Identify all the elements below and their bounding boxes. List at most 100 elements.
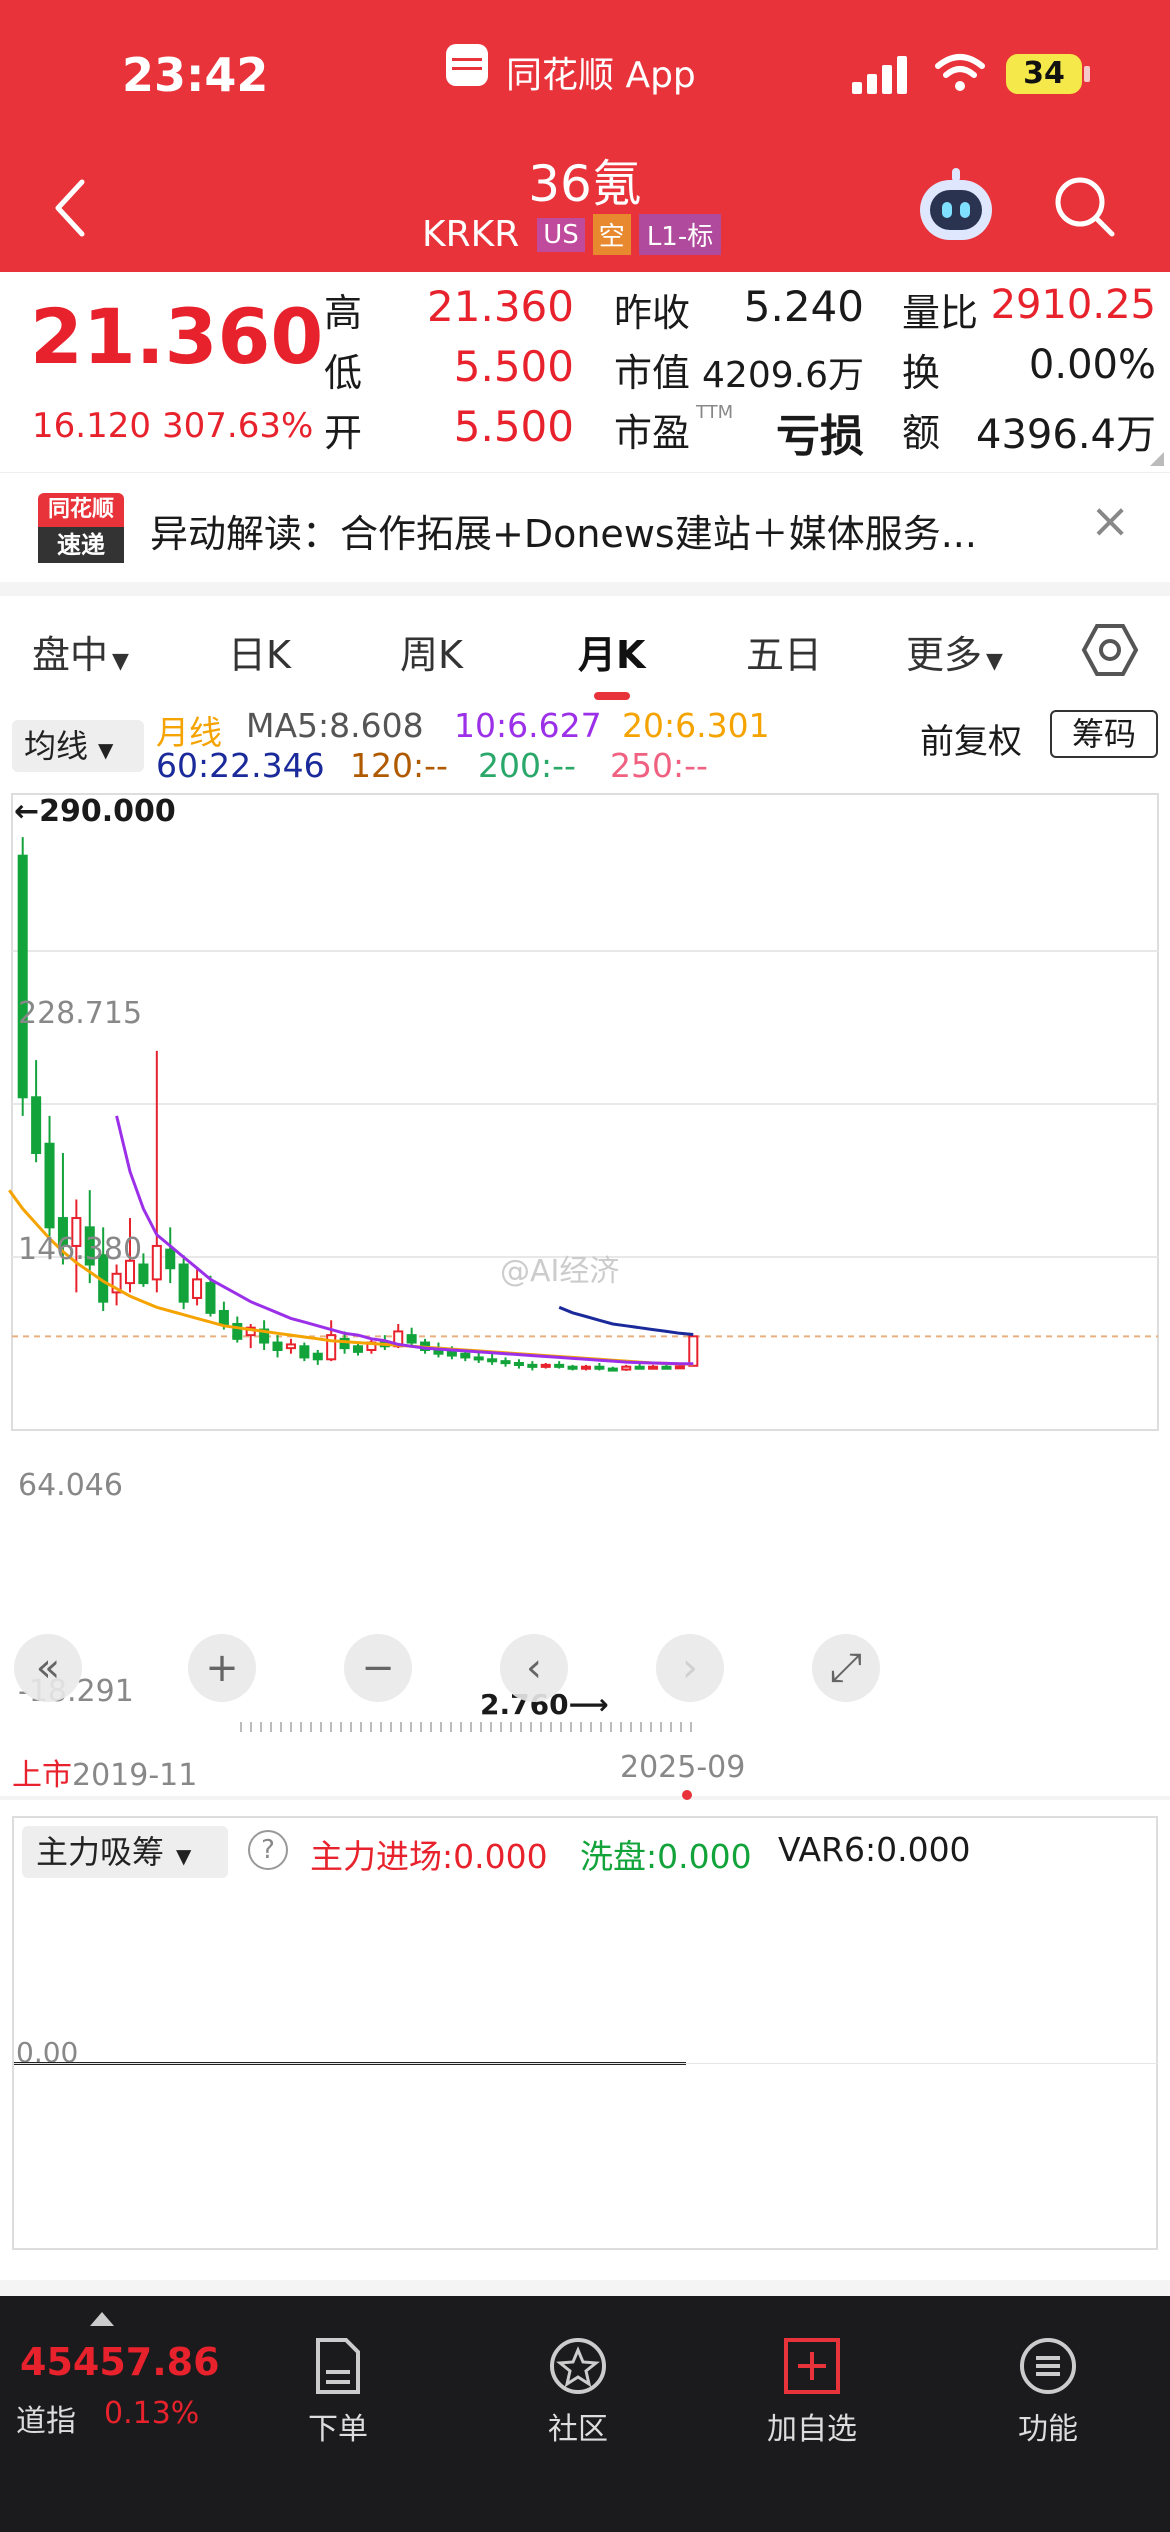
status-time: 23:42 <box>122 48 269 102</box>
zoom-minus-icon[interactable]: − <box>344 1634 412 1702</box>
chevron-down-icon: ▼ <box>176 1844 192 1868</box>
label-prev-close: 昨收 <box>614 291 691 335</box>
search-icon[interactable] <box>1052 174 1118 240</box>
settings-hex-icon[interactable] <box>1080 620 1140 680</box>
value-high: 21.360 <box>427 282 574 331</box>
max-price-value: 290.000 <box>39 794 176 829</box>
value-open: 5.500 <box>453 402 574 451</box>
news-text[interactable]: 异动解读：合作拓展+Donews建站＋媒体服务... <box>150 503 977 558</box>
wifi-icon <box>935 54 985 91</box>
tab-five-day[interactable]: 五日 <box>746 624 822 679</box>
candle-body <box>192 1278 203 1299</box>
candle-body <box>580 1365 592 1370</box>
ma-legend-ma20: 20:6.301 <box>622 706 770 745</box>
tab-order[interactable]: 下单 <box>238 2336 438 2448</box>
y-axis-label-3: 64.046 <box>18 1468 123 1503</box>
price-change-pct: 307.63% <box>162 406 314 446</box>
index-value[interactable]: 45457.86 <box>20 2340 220 2384</box>
help-icon[interactable]: ? <box>248 1830 288 1870</box>
value-turnover: 0.00% <box>1028 342 1156 388</box>
y-axis-label-2: 146.380 <box>18 1232 143 1267</box>
community-star-icon <box>550 2338 606 2394</box>
ma-legend-ma200: 200:-- <box>478 746 576 785</box>
news-logo-top: 同花顺 <box>38 493 124 527</box>
sub-legend-entry: 主力进场:0.000 <box>310 1837 548 1876</box>
ma-selector-label: 均线 <box>24 727 89 765</box>
scroll-left-icon[interactable]: ‹ <box>500 1634 568 1702</box>
candle-body <box>540 1363 551 1368</box>
news-banner[interactable]: 同花顺 速递 异动解读：合作拓展+Donews建站＋媒体服务... × <box>0 472 1170 582</box>
signal-icon <box>852 52 916 94</box>
tab-order-label: 下单 <box>308 2412 368 2447</box>
candle-body <box>446 1350 457 1357</box>
time-scrollbar[interactable] <box>240 1722 700 1732</box>
sub-legend-var6: VAR6:0.000 <box>778 1830 971 1869</box>
tab-community-label: 社区 <box>548 2412 608 2447</box>
active-tab-indicator <box>594 692 630 700</box>
ma-legend-ma120: 120:-- <box>350 746 448 785</box>
candlestick-chart[interactable] <box>0 790 1170 1440</box>
sub-indicator-panel: 主力吸筹 ▼ ? 主力进场:0.000 洗盘:0.000 VAR6:0.000 0… <box>0 1800 1170 2280</box>
adjust-mode[interactable]: 前复权 <box>920 714 1022 763</box>
fullscreen-icon[interactable]: ⤢ <box>812 1634 880 1702</box>
battery-icon: 34 <box>1006 54 1082 94</box>
ma-legend-ma10: 10:6.627 <box>454 706 602 745</box>
value-market-cap: 4209.6万 <box>702 355 864 396</box>
candle-body <box>661 1365 672 1370</box>
bottom-tab-bar: 45457.86 道指 0.13% 下单 社区 加自选 功能 <box>0 2296 1170 2532</box>
candle-body <box>460 1352 471 1359</box>
max-price-label: ←290.000 <box>14 794 176 829</box>
candle-body <box>554 1363 565 1368</box>
sub-indicator-selector[interactable]: 主力吸筹 ▼ <box>22 1826 228 1878</box>
candle-body <box>487 1358 498 1363</box>
tab-label: 盘中 <box>32 633 109 677</box>
candle-body <box>674 1365 685 1370</box>
candle-body <box>406 1334 417 1344</box>
tab-functions[interactable]: 功能 <box>948 2336 1148 2448</box>
tab-functions-label: 功能 <box>1018 2412 1078 2447</box>
chart-area: 均线 ▼ 月线 MA5:8.608 10:6.627 20:6.301 60:22… <box>0 706 1170 1800</box>
ma-legend-ma60: 60:22.346 <box>156 746 325 785</box>
menu-icon <box>1020 2338 1076 2394</box>
value-pe: 亏损 <box>776 411 864 462</box>
sub-chart-frame <box>12 1816 1158 2250</box>
close-icon[interactable]: × <box>1090 493 1130 549</box>
candle-body <box>285 1343 296 1350</box>
candle-body <box>473 1356 484 1361</box>
tab-weekly-k[interactable]: 周K <box>400 624 463 679</box>
chevron-down-icon: ▼ <box>986 649 1003 674</box>
zoom-in-icon[interactable]: + <box>188 1634 256 1702</box>
candle-body <box>44 1142 55 1229</box>
ipo-tag: 上市 <box>12 1758 72 1793</box>
robot-assistant-icon[interactable] <box>916 168 996 248</box>
label-amount: 额 <box>902 411 941 455</box>
candle-body <box>352 1345 364 1353</box>
ticker: KRKR <box>422 214 520 255</box>
expand-corner-icon[interactable] <box>1150 452 1164 466</box>
x-axis-start: 上市2019-11 <box>12 1750 197 1794</box>
zoom-out-all-icon[interactable]: « <box>14 1634 82 1702</box>
sub-indicator-label: 主力吸筹 <box>36 1833 165 1871</box>
badge-level: L1-标 <box>638 214 722 255</box>
candle-body <box>567 1365 578 1370</box>
candle-body <box>299 1345 310 1359</box>
tab-label: 更多 <box>906 633 983 677</box>
scroll-right-icon[interactable]: › <box>656 1634 724 1702</box>
chip-button[interactable]: 筹码 <box>1050 710 1158 758</box>
header: 23:42 同花顺 App 34 36氪 KRKR US 空 L1-标 <box>0 0 1170 272</box>
ma-selector[interactable]: 均线 ▼ <box>12 720 144 772</box>
tab-more[interactable]: 更多 ▼ <box>906 624 1003 679</box>
tab-community[interactable]: 社区 <box>478 2336 678 2448</box>
tab-daily-k[interactable]: 日K <box>228 624 291 679</box>
tab-intraday[interactable]: 盘中 ▼ <box>32 624 129 679</box>
label-pe: 市盈 <box>614 411 691 455</box>
tab-monthly-k[interactable]: 月K <box>578 624 645 679</box>
tab-add-watchlist[interactable]: 加自选 <box>712 2336 912 2448</box>
value-amount: 4396.4万 <box>976 412 1156 458</box>
news-logo: 同花顺 速递 <box>38 493 124 565</box>
chevron-down-icon: ▼ <box>98 738 114 762</box>
candle-body <box>326 1334 337 1361</box>
candle-body <box>138 1263 149 1285</box>
candle-body <box>151 1244 162 1281</box>
add-icon <box>784 2338 840 2394</box>
